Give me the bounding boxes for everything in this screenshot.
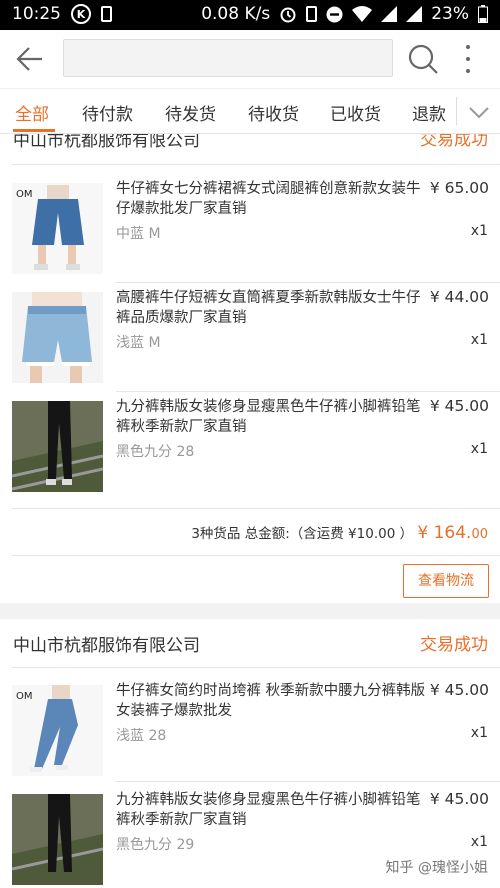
product-thumbnail [12,401,103,492]
order-item[interactable]: OM 牛仔裤女简约时尚垮裤 秋季新款中腰九分裤韩版女装裤子爆款批发 浅蓝 28 … [0,667,500,776]
product-quantity: x1 [470,441,488,457]
product-title: 牛仔裤女七分裤裙裤女式阔腿裤创意新款女装牛仔爆款批发厂家直销 [116,181,421,217]
search-input[interactable] [63,39,393,77]
order-tabs: 全部 待付款 待发货 待收货 已收货 退款 [0,88,500,134]
product-quantity: x1 [470,725,488,741]
product-thumbnail: OM [12,685,103,776]
k-app-icon: K [71,4,91,24]
shop-name[interactable]: 中山市杭都服饰有限公司 [13,134,200,151]
more-vert-icon[interactable] [463,43,473,75]
alarm-icon [280,7,296,23]
app-bar [0,30,500,88]
phone-notification-icon [101,6,112,22]
product-title: 高腰裤牛仔短裤女直筒裤夏季新款韩版女士牛仔裤品质爆款厂家直销 [116,290,421,326]
clock: 10:25 [12,4,61,24]
order-summary: 3种货品 总金额:（含运费 ¥10.00 ） ¥ 164.00 [191,522,488,543]
network-speed: 0.08 K/s [201,4,271,24]
product-spec: 中蓝 M [116,226,161,242]
view-logistics-button[interactable]: 查看物流 [403,564,489,598]
product-price: ¥ 44.00 [429,288,489,306]
product-thumbnail: OM [12,183,103,274]
shop-name[interactable]: 中山市杭都服饰有限公司 [13,631,200,656]
battery-percent: 23% [431,4,469,24]
order-list: 中山市杭都服饰有限公司 交易成功 OM 牛仔裤女七分裤裙裤女式阔腿裤创意新款女装… [0,134,500,888]
shop-header: 中山市杭都服饰有限公司 交易成功 [0,134,500,164]
order-item[interactable]: 高腰裤牛仔短裤女直筒裤夏季新款韩版女士牛仔裤品质爆款厂家直销 浅蓝 M ¥ 44… [0,274,500,383]
product-spec: 黑色九分 28 [116,444,195,460]
wifi-icon [352,6,373,22]
tab-all[interactable]: 全部 [15,100,49,125]
battery-icon [478,5,488,23]
signal-icon-2 [406,6,423,22]
product-title: 九分裤韩版女装修身显瘦黑色牛仔裤小脚裤铅笔裤秋季新款厂家直销 [116,792,421,828]
product-price: ¥ 45.00 [429,681,489,699]
product-price: ¥ 45.00 [429,790,489,808]
product-spec: 浅蓝 28 [116,728,167,744]
product-quantity: x1 [470,332,488,348]
shop-header: 中山市杭都服饰有限公司 交易成功 [0,619,500,669]
product-price: ¥ 45.00 [429,397,489,415]
back-arrow-icon[interactable] [14,43,46,75]
svg-text:OM: OM [16,691,33,702]
order-item[interactable]: 九分裤韩版女装修身显瘦黑色牛仔裤小脚裤铅笔裤秋季新款厂家直销 黑色九分 28 ¥… [0,383,500,492]
divider [12,508,500,509]
tab-pending-receipt[interactable]: 待收货 [248,100,299,125]
search-icon[interactable] [407,43,439,75]
vibrate-icon [306,6,318,22]
tab-refund[interactable]: 退款 [412,100,446,125]
order-card[interactable]: 中山市杭都服饰有限公司 交易成功 OM 牛仔裤女简约时尚垮裤 秋季新款中腰九分裤… [0,619,500,888]
product-title: 牛仔裤女简约时尚垮裤 秋季新款中腰九分裤韩版女装裤子爆款批发 [116,683,426,719]
product-price: ¥ 65.00 [429,179,489,197]
tab-divider [456,97,457,125]
dnd-icon [326,6,343,22]
summary-label: 3种货品 总金额:（含运费 ¥10.00 ） [191,526,414,542]
order-item[interactable]: OM 牛仔裤女七分裤裙裤女式阔腿裤创意新款女装牛仔爆款批发厂家直销 中蓝 M ¥… [0,165,500,274]
status-bar: 10:25 K 0.08 K/s 23% [0,0,500,30]
watermark: 知乎 @瑰怪小姐 [385,860,488,876]
active-tab-indicator [13,129,55,132]
product-spec: 浅蓝 M [116,335,161,351]
order-total: ¥ 164.00 [417,523,488,543]
product-thumbnail [12,794,103,885]
divider [12,555,500,556]
product-quantity: x1 [470,223,488,239]
signal-icon [381,6,398,22]
chevron-down-icon[interactable] [466,99,492,125]
order-status: 交易成功 [420,635,488,655]
tab-received[interactable]: 已收货 [330,100,381,125]
svg-text:OM: OM [16,189,33,200]
tab-pending-shipment[interactable]: 待发货 [165,100,216,125]
order-card[interactable]: 中山市杭都服饰有限公司 交易成功 OM 牛仔裤女七分裤裙裤女式阔腿裤创意新款女装… [0,134,500,603]
product-spec: 黑色九分 29 [116,837,195,853]
product-title: 九分裤韩版女装修身显瘦黑色牛仔裤小脚裤铅笔裤秋季新款厂家直销 [116,399,421,435]
order-status: 交易成功 [420,134,488,150]
tab-pending-payment[interactable]: 待付款 [82,100,133,125]
product-thumbnail [12,292,103,383]
product-quantity: x1 [470,834,488,850]
